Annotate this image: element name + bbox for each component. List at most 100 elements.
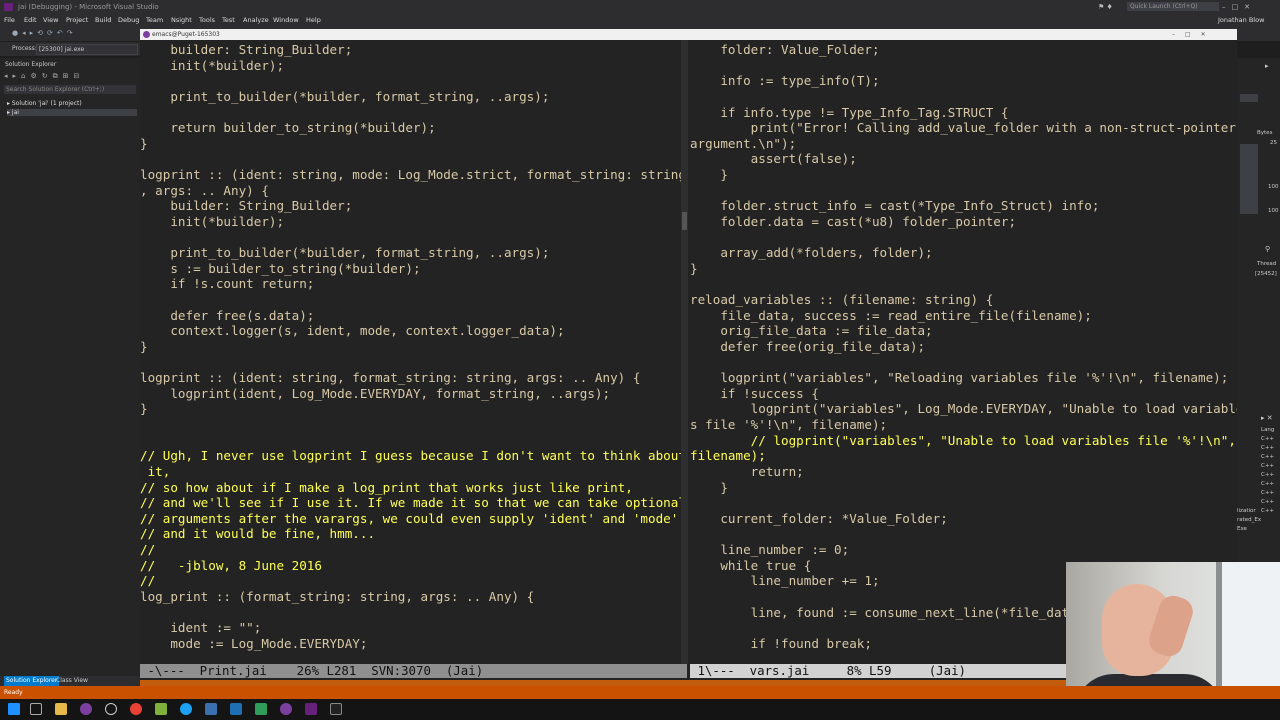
code-line[interactable]: logprint :: (ident: string, format_strin… — [140, 370, 681, 386]
code-line[interactable]: // — [140, 542, 681, 558]
start-button-icon[interactable] — [8, 703, 20, 715]
solution-explorer-search-input[interactable]: Search Solution Explorer (Ctrl+;) — [4, 85, 136, 94]
code-line[interactable]: // and we'll see if I use it. If we made… — [140, 495, 681, 511]
code-line[interactable]: builder: String_Builder; — [140, 198, 681, 214]
code-line[interactable]: // -jblow, 8 June 2016 — [140, 558, 681, 574]
code-line[interactable]: folder.struct_info = cast(*Type_Info_Str… — [690, 198, 1237, 214]
code-line[interactable]: // logprint("variables", "Unable to load… — [690, 433, 1237, 449]
menu-help[interactable]: Help — [306, 14, 321, 27]
app-icon[interactable] — [230, 703, 242, 715]
code-line[interactable]: } — [690, 261, 1237, 277]
menu-project[interactable]: Project — [66, 14, 88, 27]
code-line[interactable] — [140, 355, 681, 371]
code-line[interactable] — [140, 417, 681, 433]
solution-explorer-toolbar-icons[interactable]: ◂▸⌂⚙↻⧉⊞⊟ — [4, 72, 136, 82]
menu-build[interactable]: Build — [95, 14, 111, 27]
signed-in-user[interactable]: Jonathan Blow — [1218, 14, 1264, 27]
left-editor-pane[interactable]: builder: String_Builder; init(*builder);… — [140, 40, 681, 664]
code-line[interactable]: // so how about if I make a log_print th… — [140, 480, 681, 496]
menu-tools[interactable]: Tools — [199, 14, 215, 27]
code-line[interactable] — [690, 183, 1237, 199]
code-line[interactable]: // — [140, 573, 681, 589]
task-view-icon[interactable] — [30, 703, 42, 715]
code-line[interactable] — [690, 89, 1237, 105]
code-line[interactable]: filename); — [690, 448, 1237, 464]
project-node[interactable]: ▸ jai — [7, 109, 137, 116]
tab-class-view[interactable]: Class View — [56, 676, 88, 686]
code-line[interactable] — [140, 230, 681, 246]
code-line[interactable] — [690, 495, 1237, 511]
menu-test[interactable]: Test — [222, 14, 235, 27]
code-line[interactable]: s := builder_to_string(*builder); — [140, 261, 681, 277]
code-line[interactable]: assert(false); — [690, 151, 1237, 167]
code-line[interactable]: s file '%'!\n", filename); — [690, 417, 1237, 433]
code-line[interactable] — [140, 73, 681, 89]
code-line[interactable]: context.logger(s, ident, mode, context.l… — [140, 323, 681, 339]
code-line[interactable] — [690, 58, 1237, 74]
code-line[interactable]: file_data, success := read_entire_file(f… — [690, 308, 1237, 324]
file-explorer-icon[interactable] — [55, 703, 67, 715]
right-code-buffer[interactable]: folder: Value_Folder; info := type_info(… — [690, 42, 1237, 651]
code-line[interactable]: print_to_builder(*builder, format_string… — [140, 245, 681, 261]
menu-debug[interactable]: Debug — [118, 14, 139, 27]
code-line[interactable]: current_folder: *Value_Folder; — [690, 511, 1237, 527]
right-search-icon[interactable]: ⚲ — [1265, 245, 1270, 253]
code-line[interactable]: // Ugh, I never use logprint I guess bec… — [140, 448, 681, 464]
menu-file[interactable]: File — [4, 14, 15, 27]
code-line[interactable] — [140, 433, 681, 449]
left-code-buffer[interactable]: builder: String_Builder; init(*builder);… — [140, 42, 681, 651]
visual-studio-taskbar-icon[interactable] — [305, 703, 317, 715]
right-panel-arrow-icon[interactable]: ▸ — [1265, 62, 1269, 70]
emacs-active-icon[interactable] — [280, 703, 292, 715]
code-line[interactable]: if !s.count return; — [140, 276, 681, 292]
code-line[interactable] — [140, 605, 681, 621]
code-line[interactable]: orig_file_data := file_data; — [690, 323, 1237, 339]
code-line[interactable]: line_number := 0; — [690, 542, 1237, 558]
emacs-window-controls[interactable]: –□✕ — [1172, 29, 1216, 40]
code-line[interactable]: array_add(*folders, folder); — [690, 245, 1237, 261]
emacs-taskbar-icon[interactable] — [80, 703, 92, 715]
code-line[interactable]: folder: Value_Folder; — [690, 42, 1237, 58]
notification-flag-icons[interactable]: ⚑ ♦ — [1098, 0, 1113, 14]
code-line[interactable] — [690, 526, 1237, 542]
code-line[interactable]: builder: String_Builder; — [140, 42, 681, 58]
code-line[interactable] — [140, 292, 681, 308]
quick-launch-input[interactable]: Quick Launch (Ctrl+Q) — [1127, 2, 1219, 11]
code-line[interactable]: argument.\n"); — [690, 136, 1237, 152]
process-dropdown[interactable]: [25300] jai.exe — [36, 44, 138, 55]
code-line[interactable]: // and it would be fine, hmm... — [140, 526, 681, 542]
app-icon[interactable] — [205, 703, 217, 715]
toolbar-navigation-icons[interactable]: ●◂▸⟲⟳↶↷ — [12, 29, 77, 37]
code-line[interactable]: } — [690, 167, 1237, 183]
menu-view[interactable]: View — [43, 14, 58, 27]
code-line[interactable]: init(*builder); — [140, 58, 681, 74]
code-line[interactable] — [140, 151, 681, 167]
code-line[interactable]: } — [140, 136, 681, 152]
code-line[interactable]: logprint("variables", Log_Mode.EVERYDAY,… — [690, 401, 1237, 417]
code-line[interactable]: } — [140, 401, 681, 417]
code-line[interactable]: } — [140, 339, 681, 355]
code-line[interactable]: defer free(s.data); — [140, 308, 681, 324]
code-line[interactable]: logprint :: (ident: string, mode: Log_Mo… — [140, 167, 681, 183]
code-line[interactable]: folder.data = cast(*u8) folder_pointer; — [690, 214, 1237, 230]
menu-analyze[interactable]: Analyze — [243, 14, 269, 27]
code-line[interactable]: , args: .. Any) { — [140, 183, 681, 199]
code-line[interactable] — [140, 105, 681, 121]
scrollbar-thumb[interactable] — [682, 212, 687, 230]
menu-edit[interactable]: Edit — [24, 14, 37, 27]
code-line[interactable]: info := type_info(T); — [690, 73, 1237, 89]
code-line[interactable] — [690, 230, 1237, 246]
code-line[interactable]: log_print :: (format_string: string, arg… — [140, 589, 681, 605]
code-line[interactable] — [690, 276, 1237, 292]
app-icon[interactable] — [255, 703, 267, 715]
code-line[interactable]: init(*builder); — [140, 214, 681, 230]
chrome-icon[interactable] — [130, 703, 142, 715]
vs-window-controls[interactable]: –□✕ — [1222, 0, 1256, 14]
code-line[interactable]: print_to_builder(*builder, format_string… — [140, 89, 681, 105]
code-line[interactable]: defer free(orig_file_data); — [690, 339, 1237, 355]
tab-solution-explorer[interactable]: Solution Explorer — [4, 676, 60, 686]
code-line[interactable]: return; — [690, 464, 1237, 480]
code-line[interactable]: print("Error! Calling add_value_folder w… — [690, 120, 1237, 136]
app-icon[interactable] — [155, 703, 167, 715]
code-line[interactable] — [690, 355, 1237, 371]
